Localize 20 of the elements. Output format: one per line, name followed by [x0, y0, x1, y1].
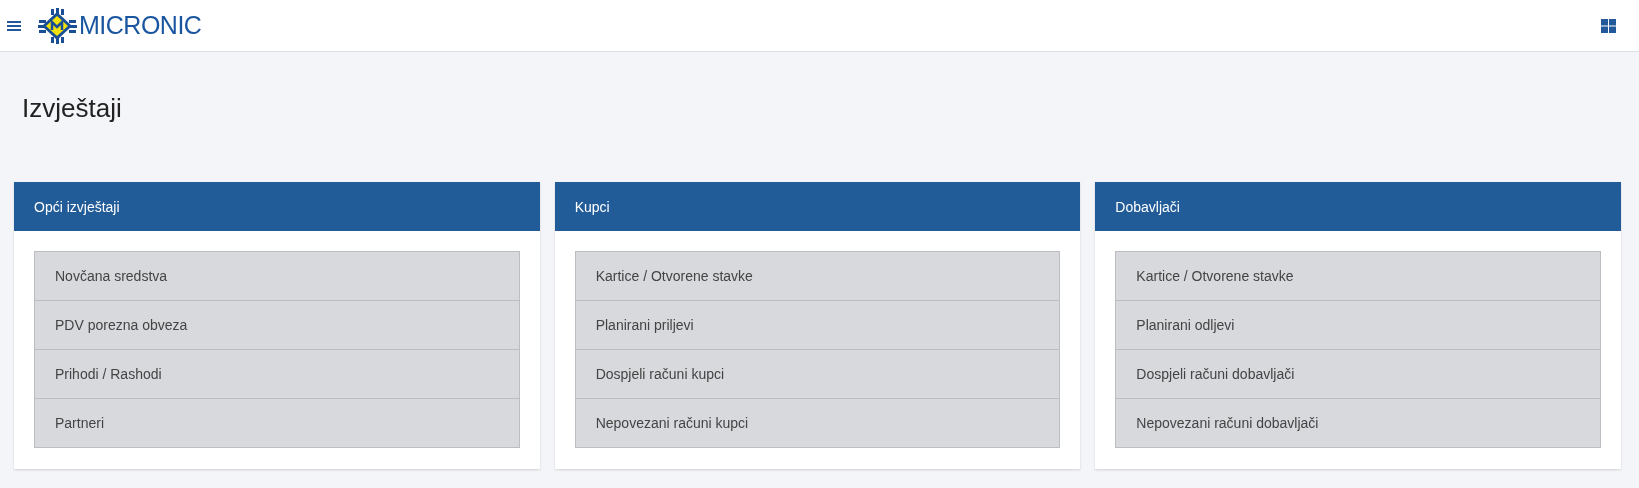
chip-logo-icon — [37, 7, 77, 44]
report-link[interactable]: Novčana sredstva — [35, 252, 519, 300]
report-link[interactable]: Dospjeli računi dobavljači — [1116, 349, 1600, 398]
page-title: Izvještaji — [21, 92, 123, 125]
report-link[interactable]: Planirani odljevi — [1116, 300, 1600, 349]
report-link[interactable]: Nepovezani računi dobavljači — [1116, 398, 1600, 447]
menu-icon[interactable] — [7, 19, 21, 32]
panel-title: Kupci — [574, 198, 610, 215]
report-link[interactable]: Nepovezani računi kupci — [575, 398, 1060, 447]
report-link[interactable]: Kartice / Otvorene stavke — [1116, 252, 1600, 300]
logo[interactable]: MICRONIC — [37, 7, 202, 44]
panel-title: Dobavljači — [1115, 198, 1180, 215]
report-link[interactable]: PDV porezna obveza — [35, 300, 519, 349]
report-link[interactable]: Dospjeli računi kupci — [575, 349, 1060, 398]
report-link[interactable]: Kartice / Otvorene stavke — [575, 252, 1060, 300]
panel-title: Opći izvještaji — [34, 198, 120, 215]
grid-icon[interactable] — [1601, 18, 1616, 33]
report-link[interactable]: Prihodi / Rashodi — [35, 349, 519, 398]
report-link[interactable]: Planirani priljevi — [575, 300, 1060, 349]
report-link[interactable]: Partneri — [35, 398, 519, 447]
